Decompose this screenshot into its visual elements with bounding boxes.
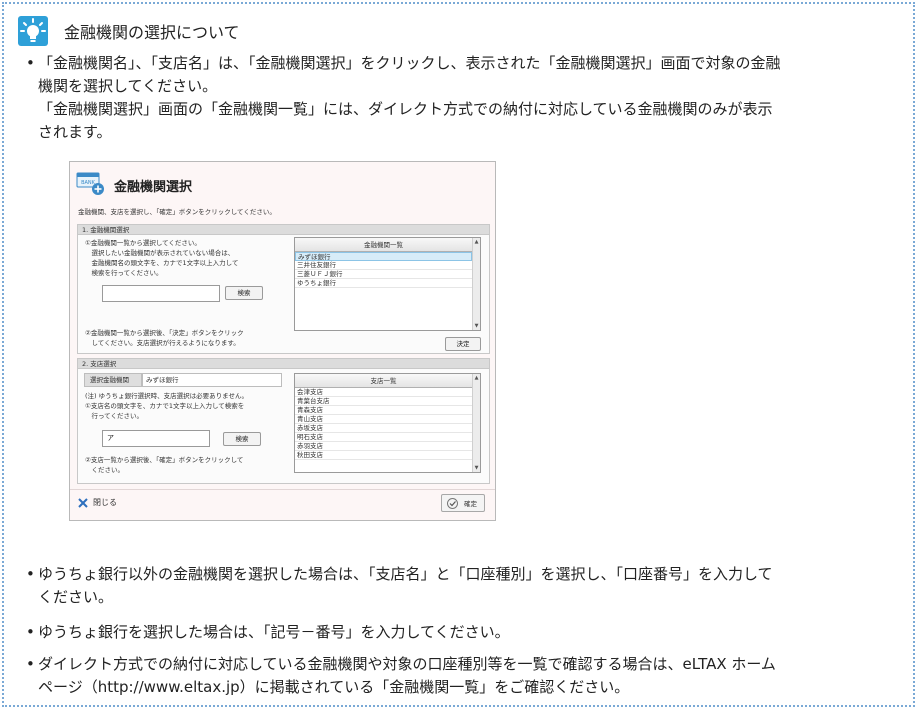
bank-list[interactable]: 金融機関一覧 みずほ銀行 三井住友銀行 三菱ＵＦＪ銀行 ゆうちょ銀行 ▲ ▼ [294,237,481,331]
branch-search-input[interactable]: ア [102,430,210,447]
branch-list-header: 支店一覧 [295,374,472,388]
list-item[interactable]: 三菱ＵＦＪ銀行 [295,270,472,279]
list-item[interactable]: みずほ銀行 [295,252,472,261]
paragraph-bank-selection: • 「金融機関名」、「支店名」は、「金融機関選択」をクリックし、表示された「金融… [26,52,906,144]
list-item[interactable]: 青山支店 [295,415,472,424]
bank-list-header: 金融機関一覧 [295,238,472,252]
list-item[interactable]: ゆうちょ銀行 [295,279,472,288]
list-item[interactable]: 赤坂支店 [295,424,472,433]
scroll-up-icon[interactable]: ▲ [473,238,480,246]
confirm-button[interactable]: 確定 [441,494,485,512]
paragraph-text: ゆうちょ銀行以外の金融機関を選択した場合は、「支店名」と「口座種別」を選択し、「… [38,565,773,606]
scrollbar[interactable]: ▲ ▼ [472,238,480,330]
branch-note: (注) ゆうちょ銀行選択時、支店選択は必要ありません。 [85,392,248,400]
close-label: 閉じる [93,498,117,507]
list-item[interactable]: 三井住友銀行 [295,261,472,270]
branch-search-button[interactable]: 検索 [223,432,261,446]
selected-bank-label: 選択金融機関 [84,373,142,387]
paragraph-text: 「金融機関名」、「支店名」は、「金融機関選択」をクリックし、表示された「金融機関… [38,54,781,141]
list-item[interactable]: 青葉台支店 [295,397,472,406]
branch-step2-text: ②支店一覧から選択後、「確定」ボタンをクリックして ください。 [85,456,244,474]
list-item[interactable]: 秋田支店 [295,451,472,460]
dialog-title: 金融機関選択 [114,180,193,195]
branch-section: 2. 支店選択 選択金融機関 みずほ銀行 (注) ゆうちょ銀行選択時、支店選択は… [77,358,490,484]
dialog-header: BANK 金融機関選択 [70,162,495,204]
confirm-label: 確定 [464,500,477,508]
scroll-down-icon[interactable]: ▼ [473,464,480,472]
bank-section: 1. 金融機関選択 ①金融機関一覧から選択してください。 選択したい金融機関が表… [77,224,490,354]
tip-title: 金融機関の選択について [64,23,240,42]
bank-selection-dialog-screenshot: BANK 金融機関選択 金融機関、支店を選択し、「確定」ボタンをクリックしてくだ… [69,161,496,521]
paragraph-non-yucho: • ゆうちょ銀行以外の金融機関を選択した場合は、「支店名」と「口座種別」を選択し… [26,563,906,609]
tip-box: 金融機関の選択について • 「金融機関名」、「支店名」は、「金融機関選択」をクリ… [2,2,915,707]
bank-step1-text: ①金融機関一覧から選択してください。 選択したい金融機関が表示されていない場合は… [85,239,239,277]
bank-step2-text: ②金融機関一覧から選択後、「決定」ボタンをクリック してください。支店選択が行え… [85,329,244,347]
scroll-down-icon[interactable]: ▼ [473,322,480,330]
bank-search-button[interactable]: 検索 [225,286,263,300]
footer-divider [70,489,495,490]
bank-icon: BANK [76,170,106,196]
bullet: • [26,54,35,72]
list-item[interactable]: 赤羽支店 [295,442,472,451]
list-item[interactable]: 明石支店 [295,433,472,442]
list-item[interactable]: 青森支店 [295,406,472,415]
bullet: • [26,565,35,583]
check-circle-icon [447,497,458,509]
paragraph-eltax-list: • ダイレクト方式での納付に対応している金融機関や対象の口座種別等を一覧で確認す… [26,653,906,699]
decide-button[interactable]: 決定 [445,337,481,351]
branch-step1-text: ①支店名の頭文字を、カナで1文字以上入力して検索を 行ってください。 [85,402,245,420]
branch-list[interactable]: 支店一覧 会津支店 青葉台支店 青森支店 青山支店 赤坂支店 明石支店 赤羽支店… [294,373,481,473]
close-icon [78,497,88,508]
bullet: • [26,623,35,641]
scrollbar[interactable]: ▲ ▼ [472,374,480,472]
section-header: 2. 支店選択 [78,359,489,369]
lightbulb-icon [18,16,48,46]
paragraph-text: ゆうちょ銀行を選択した場合は、「記号－番号」を入力してください。 [38,623,510,641]
section-header: 1. 金融機関選択 [78,225,489,235]
bank-search-input[interactable] [102,285,220,302]
paragraph-yucho: • ゆうちょ銀行を選択した場合は、「記号－番号」を入力してください。 [26,621,906,644]
scroll-up-icon[interactable]: ▲ [473,374,480,382]
list-item[interactable]: 会津支店 [295,388,472,397]
tip-header: 金融機関の選択について [18,16,240,46]
bullet: • [26,655,35,673]
dialog-instruction: 金融機関、支店を選択し、「確定」ボタンをクリックしてください。 [78,208,276,216]
selected-bank-value: みずほ銀行 [142,373,282,387]
close-link[interactable]: 閉じる [78,497,117,508]
paragraph-text: ダイレクト方式での納付に対応している金融機関や対象の口座種別等を一覧で確認する場… [38,655,776,696]
